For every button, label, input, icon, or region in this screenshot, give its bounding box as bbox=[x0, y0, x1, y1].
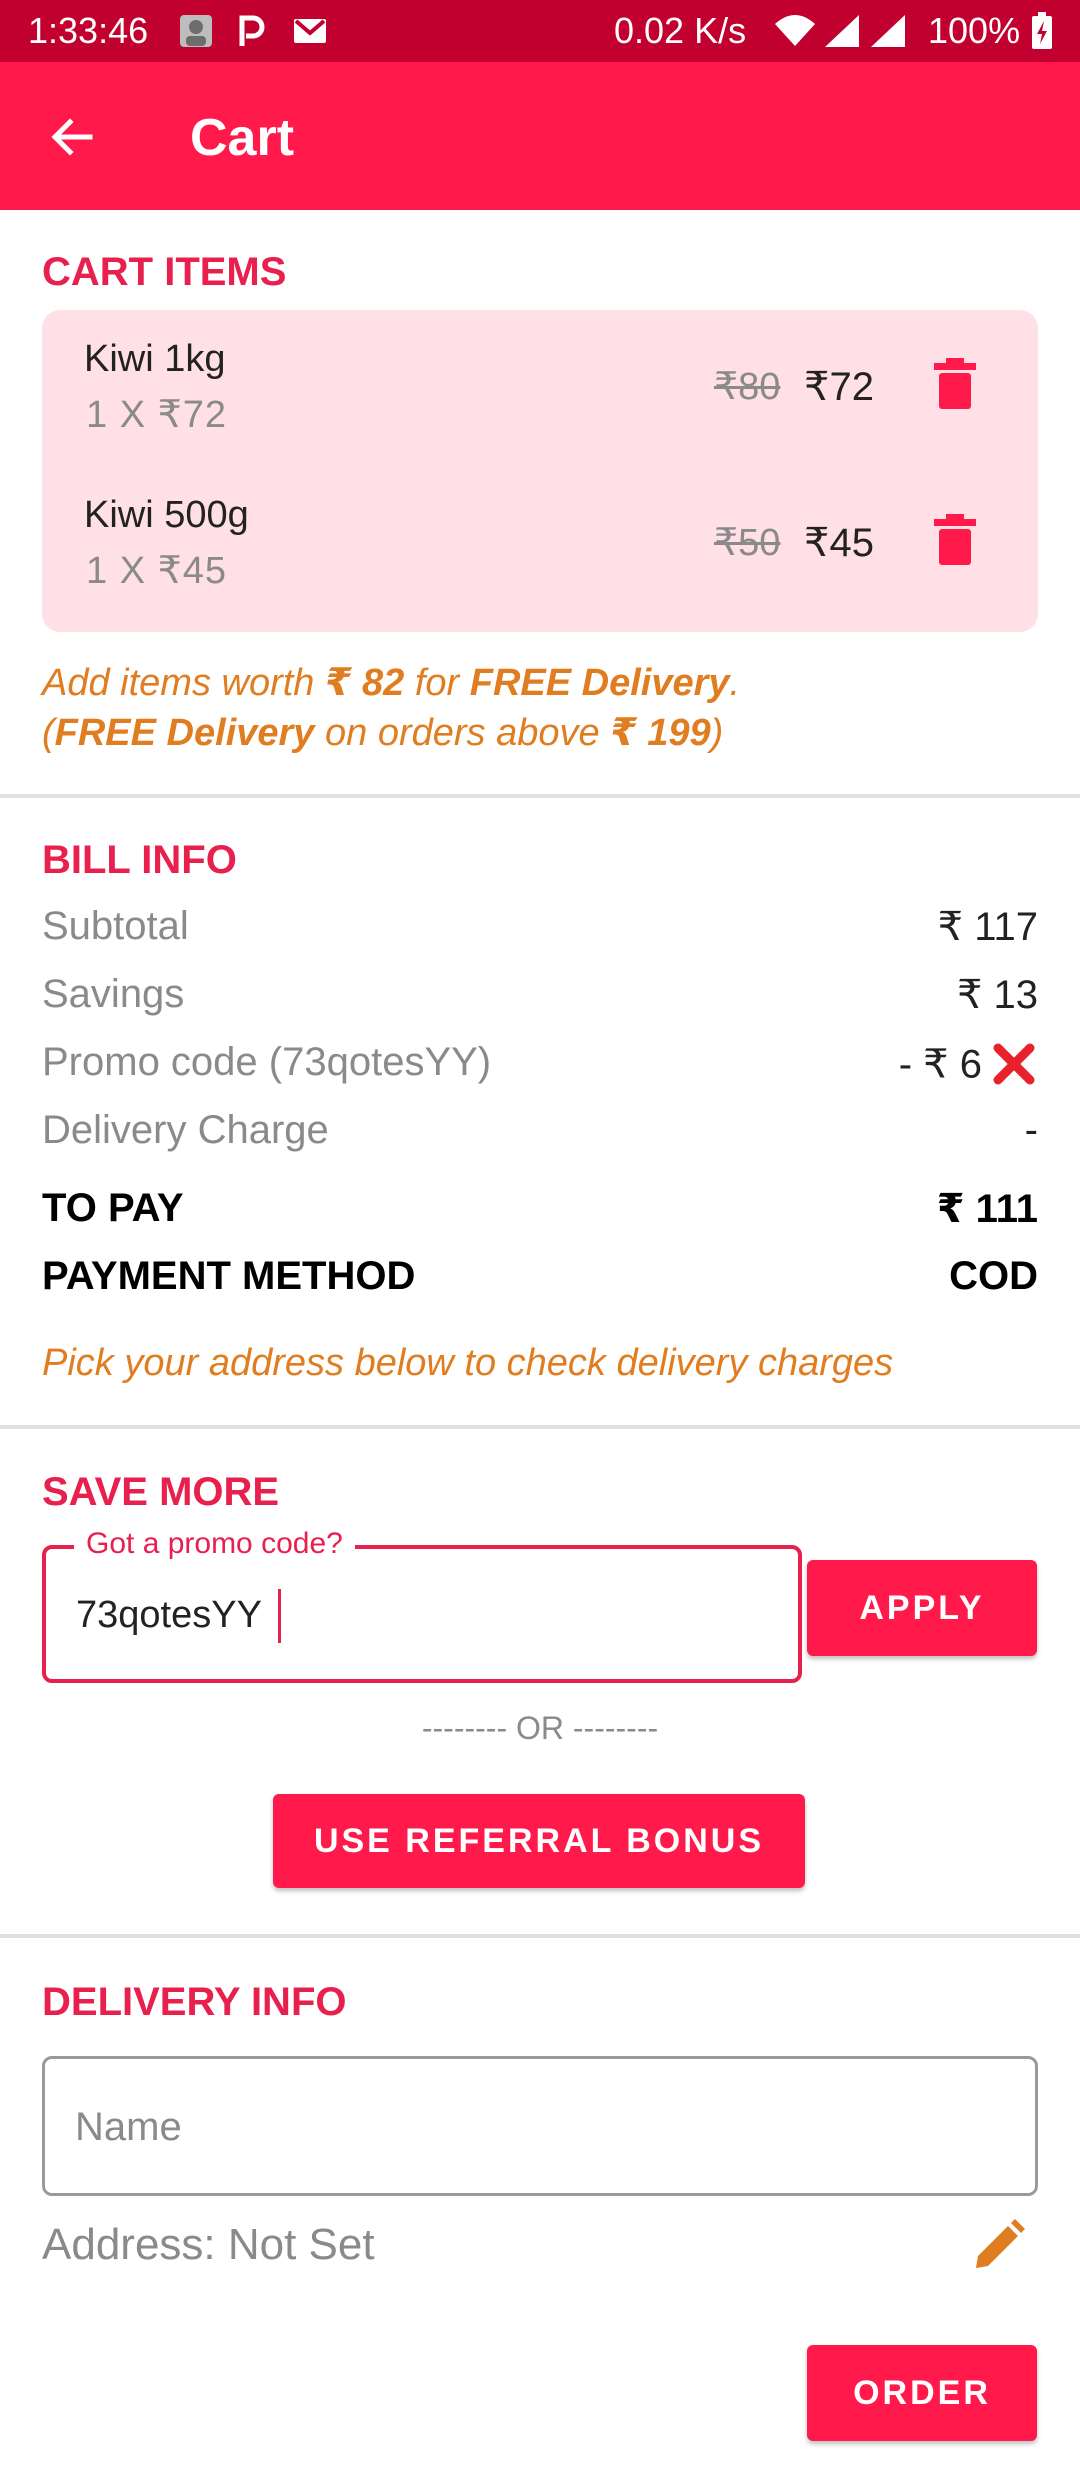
note-free-delivery: FREE Delivery bbox=[469, 662, 730, 704]
bill-label: Savings bbox=[42, 972, 185, 1016]
bill-label: Delivery Charge bbox=[42, 1108, 329, 1152]
signal-icon bbox=[822, 12, 862, 50]
bill-info-title: BILL INFO bbox=[42, 838, 237, 882]
note-text: on orders above bbox=[314, 712, 611, 754]
p-icon bbox=[234, 12, 268, 50]
cart-item-old-price: ₹50 bbox=[714, 522, 781, 564]
wifi-icon bbox=[772, 12, 818, 50]
bill-label: PAYMENT METHOD bbox=[42, 1254, 416, 1298]
edit-address-icon[interactable] bbox=[970, 2218, 1026, 2274]
delete-icon[interactable] bbox=[932, 514, 978, 566]
save-more-title: SAVE MORE bbox=[42, 1470, 280, 1514]
page-title: Cart bbox=[190, 109, 295, 167]
status-bar: 1:33:46 0.02 K/s 100% bbox=[0, 0, 1080, 62]
bill-row-delivery: Delivery Charge - bbox=[42, 1108, 1038, 1164]
cart-item: Kiwi 500g 1 X ₹45 ₹50 ₹45 bbox=[42, 466, 1038, 616]
divider bbox=[0, 794, 1080, 798]
order-button[interactable]: ORDER bbox=[807, 2345, 1037, 2441]
avatar-icon bbox=[176, 12, 216, 50]
order-button-label: ORDER bbox=[853, 2374, 991, 2412]
battery-percent: 100% bbox=[928, 10, 1021, 51]
bill-value: - ₹ 6 bbox=[898, 1042, 982, 1087]
bill-value: ₹ 111 bbox=[936, 1187, 1038, 1231]
bill-label: Promo code (73qotesYY) bbox=[42, 1040, 492, 1084]
free-delivery-note: Add items worth ₹ 82 for FREE Delivery. … bbox=[42, 658, 1042, 758]
bill-value: ₹ 13 bbox=[956, 973, 1038, 1017]
bill-value: ₹ 117 bbox=[937, 905, 1038, 949]
promo-code-input[interactable] bbox=[76, 1587, 766, 1643]
delivery-charge-hint: Pick your address below to check deliver… bbox=[42, 1342, 894, 1384]
network-speed: 0.02 K/s bbox=[614, 10, 747, 51]
note-threshold: ₹ 199 bbox=[610, 712, 711, 754]
note-amount: ₹ 82 bbox=[325, 662, 405, 704]
name-input[interactable] bbox=[75, 2099, 975, 2155]
apply-button-label: APPLY bbox=[859, 1589, 985, 1627]
cart-item: Kiwi 1kg 1 X ₹72 ₹80 ₹72 bbox=[42, 310, 1038, 460]
bill-value: - bbox=[1024, 1108, 1038, 1152]
name-field[interactable] bbox=[42, 2056, 1038, 2196]
arrow-back-icon[interactable] bbox=[42, 107, 102, 167]
apply-button[interactable]: APPLY bbox=[807, 1560, 1037, 1656]
referral-button-label: USE REFERRAL BONUS bbox=[313, 1822, 765, 1860]
cart-item-name: Kiwi 500g bbox=[84, 494, 249, 536]
bill-label: Subtotal bbox=[42, 904, 189, 948]
delete-icon[interactable] bbox=[932, 358, 978, 410]
cart-item-qty: 1 X ₹72 bbox=[86, 394, 228, 436]
divider bbox=[0, 1934, 1080, 1938]
note-text: for bbox=[404, 662, 470, 704]
promo-code-label: Got a promo code? bbox=[74, 1527, 355, 1561]
bill-row-savings: Savings ₹ 13 bbox=[42, 972, 1038, 1028]
bill-value: COD bbox=[949, 1254, 1038, 1298]
bill-row-subtotal: Subtotal ₹ 117 bbox=[42, 904, 1038, 960]
use-referral-bonus-button[interactable]: USE REFERRAL BONUS bbox=[273, 1794, 805, 1888]
app-bar: Cart bbox=[0, 62, 1080, 210]
cart-item-qty: 1 X ₹45 bbox=[86, 550, 228, 592]
cart-items-list: Kiwi 1kg 1 X ₹72 ₹80 ₹72 Kiwi 500g 1 X ₹… bbox=[42, 310, 1038, 632]
note-text: Add items worth bbox=[42, 662, 325, 704]
address-text: Address: Not Set bbox=[42, 2220, 375, 2269]
remove-promo-icon[interactable] bbox=[990, 1040, 1038, 1088]
note-text: ) bbox=[710, 712, 724, 754]
battery-icon bbox=[1030, 12, 1054, 50]
or-separator: -------- OR -------- bbox=[421, 1710, 659, 1746]
text-cursor bbox=[278, 1589, 281, 1643]
cart-item-name: Kiwi 1kg bbox=[84, 338, 226, 380]
promo-code-field[interactable]: Got a promo code? bbox=[42, 1527, 802, 1683]
cart-item-old-price: ₹80 bbox=[714, 366, 781, 408]
status-time: 1:33:46 bbox=[28, 10, 149, 51]
gmail-icon bbox=[290, 12, 330, 50]
cart-item-price: ₹45 bbox=[804, 521, 874, 565]
bill-row-promo: Promo code (73qotesYY) - ₹ 6 bbox=[42, 1040, 1038, 1096]
cart-items-title: CART ITEMS bbox=[42, 250, 287, 294]
divider bbox=[0, 1425, 1080, 1429]
bill-value-promo: - ₹ 6 bbox=[899, 1040, 1038, 1088]
note-text: ( bbox=[42, 712, 55, 754]
note-free-delivery: FREE Delivery bbox=[54, 712, 315, 754]
delivery-info-title: DELIVERY INFO bbox=[42, 1980, 347, 2024]
signal-icon-2 bbox=[868, 12, 908, 50]
cart-item-price: ₹72 bbox=[804, 365, 874, 409]
note-text: . bbox=[729, 662, 741, 704]
bill-label: TO PAY bbox=[42, 1186, 184, 1230]
bill-row-to-pay: TO PAY ₹ 111 bbox=[42, 1186, 1038, 1242]
bill-row-payment-method: PAYMENT METHOD COD bbox=[42, 1254, 1038, 1310]
